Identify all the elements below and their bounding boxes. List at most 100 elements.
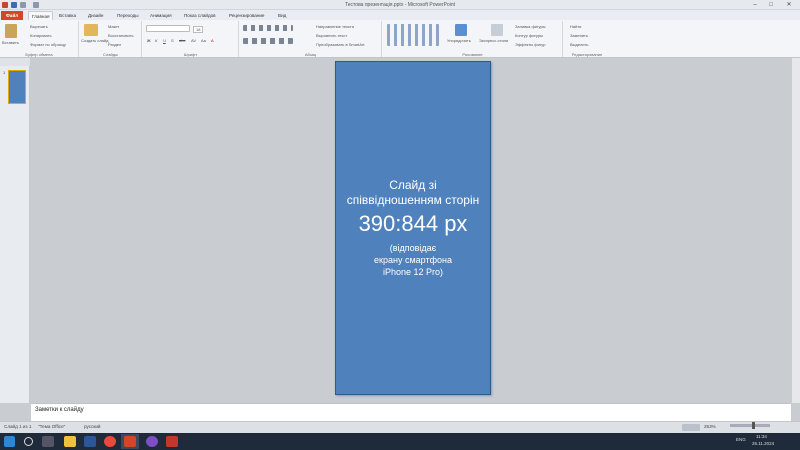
taskbar-language[interactable]: ENG bbox=[736, 437, 746, 442]
editing-group-label: Редактирование bbox=[571, 52, 603, 57]
drawing-group-label: Рисование bbox=[462, 52, 483, 57]
font-group: 18 Ж К Ч S abc AV Aa A Шрифт bbox=[143, 21, 239, 57]
thumbnail-number: 1 bbox=[3, 70, 6, 75]
shape-fill-button[interactable]: Заливка фигуры bbox=[515, 24, 546, 29]
notes-placeholder: Заметки к слайду bbox=[35, 407, 84, 413]
shadow-button[interactable]: S bbox=[171, 38, 174, 43]
slide-note-line3: iPhone 12 Pro) bbox=[382, 267, 444, 277]
new-slide-button[interactable]: Создать слайд bbox=[81, 38, 108, 43]
window-title: Тестова презентація.pptx - Microsoft Pow… bbox=[345, 2, 455, 8]
change-case-button[interactable]: Aa bbox=[201, 38, 206, 43]
zoom-slider[interactable] bbox=[730, 424, 770, 427]
tab-animations[interactable]: Анимация bbox=[147, 11, 175, 20]
arrange-button[interactable]: Упорядочить bbox=[447, 38, 471, 43]
minimize-button[interactable]: – bbox=[748, 1, 762, 9]
status-theme: "Тема Office" bbox=[38, 424, 66, 429]
quick-styles-button[interactable]: Экспресс-стили bbox=[479, 38, 508, 43]
tab-home[interactable]: Главная bbox=[28, 11, 54, 20]
tab-view[interactable]: Вид bbox=[275, 11, 289, 20]
layout-button[interactable]: Макет bbox=[108, 24, 119, 29]
maximize-button[interactable]: □ bbox=[764, 1, 778, 9]
vertical-scrollbar[interactable] bbox=[791, 58, 800, 403]
copy-button[interactable]: Копировать bbox=[30, 33, 52, 38]
close-button[interactable]: ✕ bbox=[782, 1, 796, 9]
slides-group-label: Слайды bbox=[103, 52, 118, 57]
shape-effects-button[interactable]: Эффекты фигур bbox=[515, 42, 545, 47]
status-slide-number: Слайд 1 из 1 bbox=[4, 424, 32, 429]
slide-thumbnail-pane bbox=[0, 58, 30, 403]
slide-thumbnail[interactable] bbox=[8, 70, 26, 104]
file-explorer-icon[interactable] bbox=[64, 436, 76, 447]
ribbon-tabs: Файл Главная Вставка Дизайн Переходы Ани… bbox=[0, 10, 800, 20]
taskbar-date[interactable]: 26.11.2024 bbox=[752, 441, 774, 446]
view-buttons[interactable] bbox=[682, 424, 700, 431]
tab-insert[interactable]: Вставка bbox=[56, 11, 79, 20]
ribbon: Вставить Вырезать Копировать Формат по о… bbox=[0, 20, 800, 58]
slide-note-line1: (відповідає bbox=[389, 243, 437, 253]
underline-button[interactable]: Ч bbox=[163, 38, 166, 43]
new-slide-icon[interactable] bbox=[84, 24, 98, 36]
find-button[interactable]: Найти bbox=[570, 24, 581, 29]
slide-ratio[interactable]: 390:844 px bbox=[336, 211, 490, 237]
editing-group: Найти Заменить Выделить Редактирование bbox=[564, 21, 610, 57]
taskbar: ENG 11:34 26.11.2024 bbox=[0, 433, 800, 450]
zoom-slider-knob[interactable] bbox=[752, 422, 755, 429]
status-bar: Слайд 1 из 1 "Тема Office" русский 253% bbox=[0, 421, 800, 433]
format-painter-button[interactable]: Формат по образцу bbox=[30, 42, 66, 47]
reset-button[interactable]: Восстановить bbox=[108, 33, 134, 38]
notes-pane[interactable]: Заметки к слайду bbox=[31, 403, 791, 421]
font-group-label: Шрифт bbox=[183, 52, 198, 57]
slide-note[interactable]: (відповідає екрану смартфона iPhone 12 P… bbox=[336, 242, 490, 278]
quick-styles-icon[interactable] bbox=[491, 24, 503, 36]
font-color-button[interactable]: A bbox=[211, 38, 214, 43]
clipboard-group: Вставить Вырезать Копировать Формат по о… bbox=[0, 21, 79, 57]
section-button[interactable]: Раздел bbox=[108, 42, 121, 47]
windows-start-icon[interactable] bbox=[4, 436, 15, 447]
slide-canvas[interactable]: Слайд зі співвідношенням сторін 390:844 … bbox=[335, 61, 491, 395]
replace-button[interactable]: Заменить bbox=[570, 33, 588, 38]
thumbnail-pane-tabs[interactable] bbox=[0, 58, 30, 66]
shape-outline-button[interactable]: Контур фигуры bbox=[515, 33, 543, 38]
viber-icon[interactable] bbox=[146, 436, 158, 447]
select-button[interactable]: Выделить bbox=[570, 42, 588, 47]
drawing-group: Упорядочить Экспресс-стили Заливка фигур… bbox=[383, 21, 563, 57]
slide-title[interactable]: Слайд зі співвідношенням сторін bbox=[336, 178, 490, 208]
paragraph-group: Направление текста Выровнять текст Преоб… bbox=[240, 21, 382, 57]
tab-transitions[interactable]: Переходы bbox=[114, 11, 142, 20]
arrange-icon[interactable] bbox=[455, 24, 467, 36]
bold-button[interactable]: Ж bbox=[147, 38, 151, 43]
slide-title-line1: Слайд зі bbox=[389, 178, 437, 192]
paragraph-group-label: Абзац bbox=[304, 52, 317, 57]
powerpoint-icon[interactable] bbox=[124, 436, 136, 447]
align-icons[interactable] bbox=[243, 38, 293, 44]
font-size-field[interactable]: 18 bbox=[193, 26, 204, 33]
list-icons[interactable] bbox=[243, 25, 293, 31]
shapes-gallery[interactable] bbox=[387, 24, 439, 46]
chrome-icon[interactable] bbox=[104, 436, 116, 447]
paste-icon[interactable] bbox=[5, 24, 17, 38]
status-language[interactable]: русский bbox=[84, 424, 100, 429]
paste-button[interactable]: Вставить bbox=[2, 40, 19, 45]
italic-button[interactable]: К bbox=[155, 38, 157, 43]
tab-slideshow[interactable]: Показ слайдов bbox=[181, 11, 219, 20]
align-text-button[interactable]: Выровнять текст bbox=[316, 33, 347, 38]
slide-title-line2: співвідношенням сторін bbox=[346, 193, 480, 207]
status-zoom[interactable]: 253% bbox=[704, 424, 716, 429]
slides-group: Создать слайд Макет Восстановить Раздел … bbox=[80, 21, 142, 57]
task-view-icon[interactable] bbox=[42, 436, 54, 447]
font-name-field[interactable] bbox=[146, 25, 190, 32]
spacing-button[interactable]: AV bbox=[191, 38, 196, 43]
tab-review[interactable]: Рецензирование bbox=[226, 11, 267, 20]
title-bar: Тестова презентація.pptx - Microsoft Pow… bbox=[0, 0, 800, 10]
slide-note-line2: екрану смартфона bbox=[374, 255, 452, 265]
taskbar-time[interactable]: 11:34 bbox=[756, 434, 767, 439]
convert-smartart-button[interactable]: Преобразовать в SmartArt bbox=[316, 42, 365, 47]
tab-design[interactable]: Дизайн bbox=[85, 11, 106, 20]
strikethrough-button[interactable]: abc bbox=[179, 38, 185, 43]
tab-file[interactable]: Файл bbox=[1, 11, 23, 20]
cut-button[interactable]: Вырезать bbox=[30, 24, 48, 29]
app-icon[interactable] bbox=[166, 436, 178, 447]
text-direction-button[interactable]: Направление текста bbox=[316, 24, 354, 29]
word-icon[interactable] bbox=[84, 436, 96, 447]
search-icon[interactable] bbox=[24, 437, 33, 446]
